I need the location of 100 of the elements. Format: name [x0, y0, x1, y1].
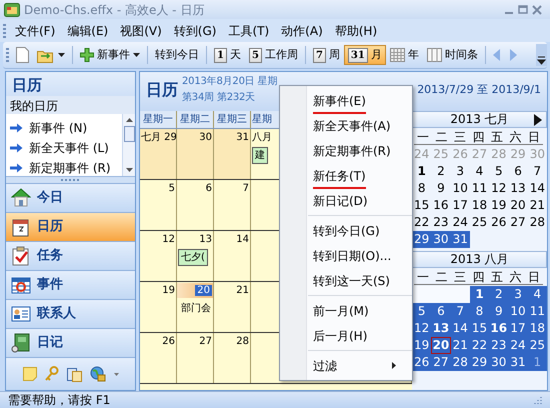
day-number[interactable]: 14 [528, 180, 547, 197]
menu-item[interactable]: 后一月(H) [280, 323, 412, 348]
day-number[interactable]: 11 [470, 180, 490, 197]
event-label[interactable]: 建 [252, 147, 268, 164]
day-cell[interactable]: 31 [214, 129, 251, 179]
day-cell[interactable]: 30 [177, 129, 214, 179]
day-number[interactable]: 5 [489, 163, 508, 180]
day-cell[interactable]: 5 [140, 180, 177, 230]
day-number[interactable]: 16 [489, 320, 508, 337]
day-number[interactable]: 16 [431, 197, 451, 214]
day-number[interactable]: 6 [508, 163, 528, 180]
key-icon[interactable] [44, 366, 58, 382]
menu-item[interactable]: 视图(V) [114, 20, 168, 40]
view-button[interactable]: 时间条 [422, 45, 482, 65]
menu-item[interactable]: 工具(T) [222, 20, 276, 40]
day-number[interactable]: 14 [450, 320, 470, 337]
day-number[interactable]: 28 [528, 214, 547, 231]
day-number[interactable]: 23 [489, 337, 508, 354]
new-event-button[interactable]: 新事件 [76, 45, 144, 65]
day-number[interactable]: 27 [431, 354, 451, 371]
day-cell[interactable]: 27 [177, 333, 214, 383]
day-number[interactable]: 6 [431, 303, 451, 320]
day-number[interactable]: 22 [412, 214, 432, 231]
day-cell[interactable]: 七月 29 [140, 129, 177, 179]
view-button[interactable]: 年 [386, 45, 423, 65]
day-number[interactable]: 15 [412, 197, 432, 214]
day-number[interactable]: 3 [508, 286, 528, 303]
view-button[interactable]: 7 周 [308, 45, 344, 65]
day-number[interactable]: 12 [412, 320, 432, 337]
day-number[interactable]: 28 [450, 354, 470, 371]
day-number[interactable]: 1 [412, 163, 432, 180]
view-button[interactable]: 31 月 [344, 45, 386, 65]
menu-item[interactable]: 转到(G) [168, 20, 222, 40]
day-number[interactable]: 19 [489, 197, 508, 214]
day-number[interactable]: 17 [450, 197, 470, 214]
day-number[interactable]: 9 [431, 180, 451, 197]
go-to-today-button[interactable]: 转到今日 [151, 45, 203, 65]
day-number[interactable]: 30 [431, 231, 451, 248]
day-number[interactable]: 31 [508, 354, 528, 371]
menu-item[interactable]: 编辑(E) [61, 20, 114, 40]
menu-item[interactable]: 新定期事件(R) [280, 138, 412, 163]
day-number[interactable]: 30 [489, 354, 508, 371]
menu-item[interactable]: 新事件(E) [280, 88, 412, 113]
caret-icon[interactable] [114, 372, 118, 376]
day-number[interactable]: 4 [470, 163, 490, 180]
view-button[interactable]: 1 天 [210, 45, 245, 65]
day-number[interactable]: 22 [470, 337, 490, 354]
menu-item[interactable]: 动作(A) [275, 20, 329, 40]
day-number[interactable]: 2 [489, 286, 508, 303]
day-number[interactable]: 25 [470, 214, 490, 231]
menu-item[interactable]: 过滤 [280, 353, 412, 378]
day-number[interactable]: 19 [412, 337, 432, 354]
day-number[interactable]: 9 [489, 303, 508, 320]
day-number[interactable]: 18 [470, 197, 490, 214]
day-number[interactable]: 20 [431, 337, 451, 354]
globe-lock-icon[interactable] [90, 366, 106, 382]
menu-item[interactable]: 帮助(H) [328, 20, 384, 40]
view-button[interactable]: 5 工作周 [244, 45, 302, 65]
day-number[interactable]: 12 [489, 180, 508, 197]
event-label[interactable]: 部门会 [178, 300, 213, 317]
day-number[interactable]: 8 [412, 180, 432, 197]
menu-item[interactable]: 新日记(D) [280, 188, 412, 213]
day-number[interactable]: 2 [431, 163, 451, 180]
close-icon[interactable] [532, 4, 542, 14]
scrollbar[interactable] [122, 114, 135, 176]
day-number[interactable]: 11 [528, 303, 547, 320]
day-number[interactable]: 29 [412, 231, 432, 248]
day-number[interactable]: 1 [470, 286, 490, 303]
day-cell[interactable]: 21 [214, 282, 251, 332]
day-number[interactable]: 31 [450, 231, 470, 248]
day-number[interactable]: 18 [528, 320, 547, 337]
day-number[interactable]: 13 [508, 180, 528, 197]
day-number[interactable]: 21 [528, 197, 547, 214]
day-cell[interactable]: 26 [140, 333, 177, 383]
day-cell[interactable]: 14 [214, 231, 251, 281]
day-cell[interactable]: 28 [214, 333, 251, 383]
day-number[interactable]: 3 [450, 163, 470, 180]
day-number[interactable]: 15 [470, 320, 490, 337]
clipboard-icon[interactable] [66, 366, 82, 382]
day-cell[interactable]: 6 [177, 180, 214, 230]
event-label[interactable]: 七夕( [178, 249, 208, 266]
menu-item[interactable]: 文件(F) [9, 20, 62, 40]
note-icon[interactable] [22, 367, 36, 381]
menu-item[interactable]: 转到今日(G) [280, 218, 412, 243]
day-number[interactable]: 25 [528, 337, 547, 354]
menu-item[interactable]: 前一月(M) [280, 298, 412, 323]
menu-item[interactable]: 新任务(T) [280, 163, 412, 188]
day-cell[interactable]: 13 七夕( [177, 231, 214, 281]
action-link[interactable]: 新事件 (N) [6, 118, 122, 138]
day-number[interactable]: 4 [528, 286, 547, 303]
day-number[interactable]: 10 [508, 303, 528, 320]
day-number[interactable]: 8 [470, 303, 490, 320]
day-number[interactable]: 26 [412, 354, 432, 371]
day-number[interactable]: 10 [450, 180, 470, 197]
nav-button[interactable]: 日历 [6, 213, 135, 242]
day-number[interactable]: 21 [450, 337, 470, 354]
day-number[interactable]: 24 [508, 337, 528, 354]
day-number[interactable]: 24 [450, 214, 470, 231]
overflow-icon[interactable] [536, 44, 547, 66]
day-number[interactable]: 29 [470, 354, 490, 371]
